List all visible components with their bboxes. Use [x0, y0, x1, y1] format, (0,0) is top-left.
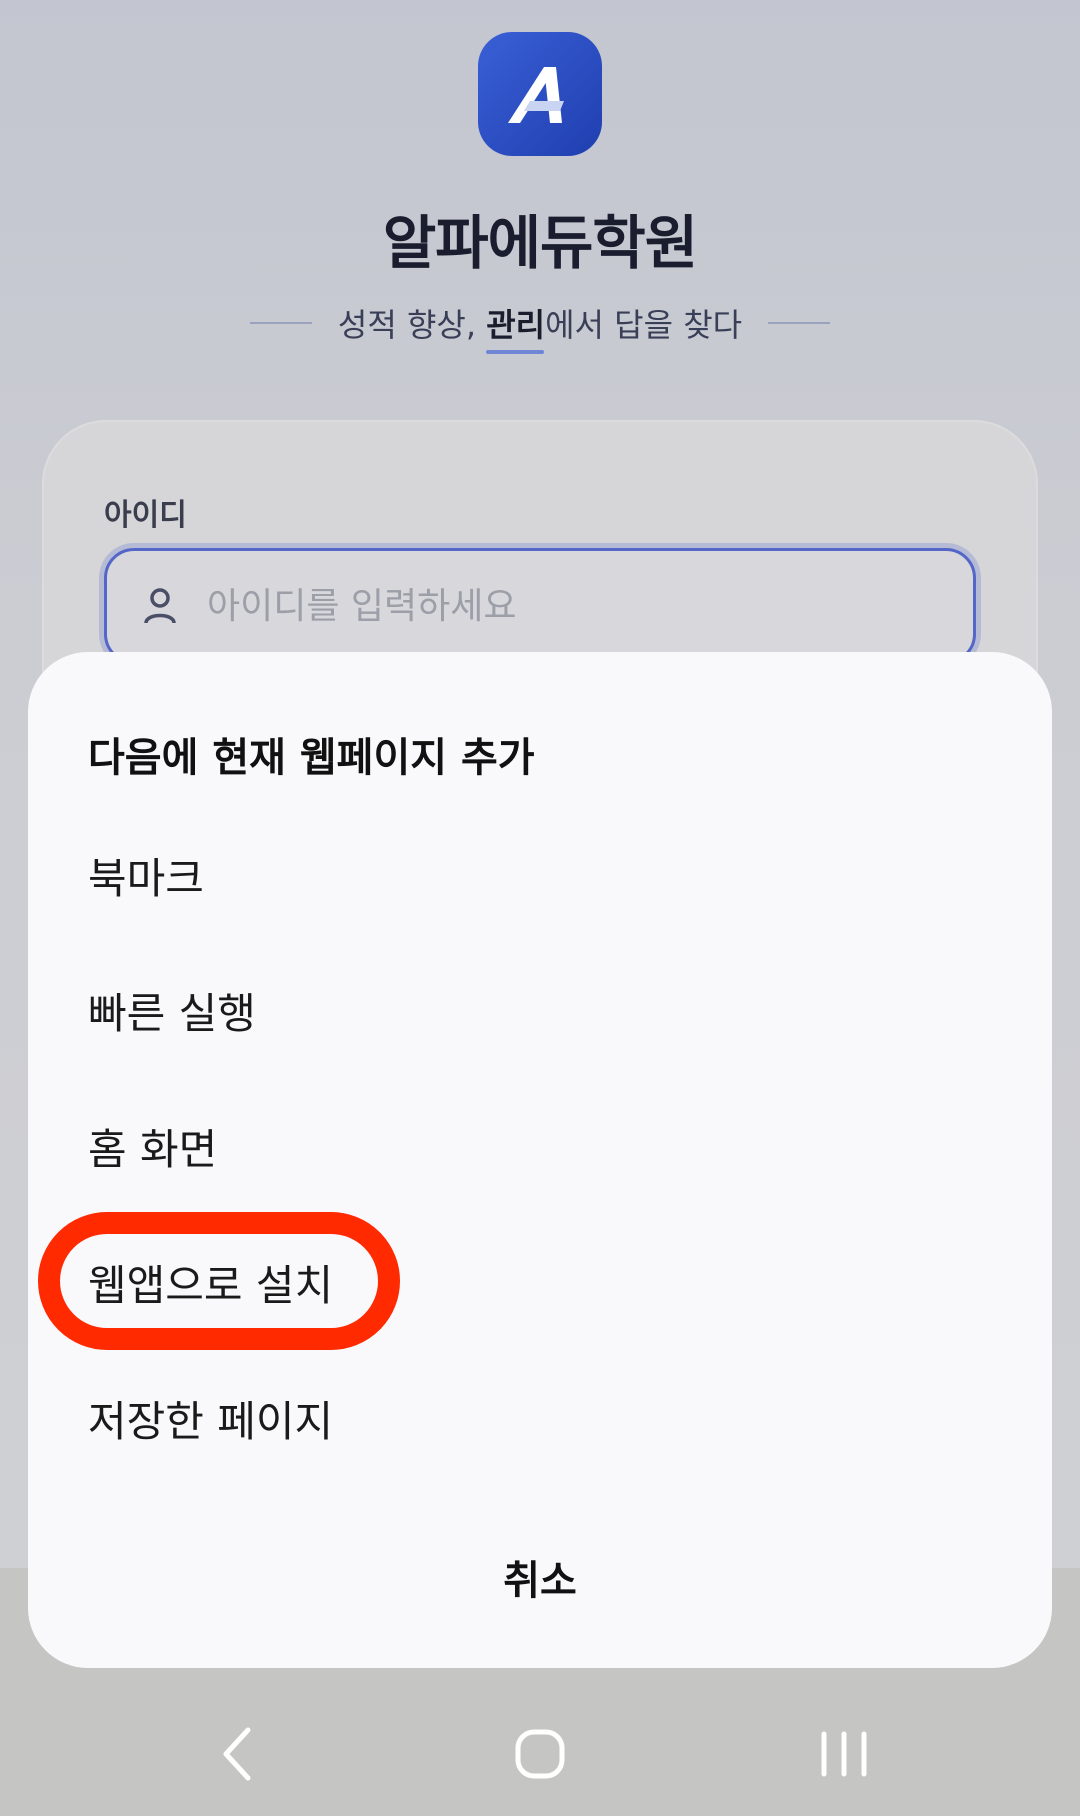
tagline-divider-left — [249, 322, 312, 324]
menu-item-saved-pages[interactable]: 저장한 페이지 — [88, 1388, 333, 1449]
app-logo — [478, 32, 602, 156]
highlight-annotation — [38, 1212, 400, 1350]
tagline-row: 성적 향상, 관리에서 답을 찾다 — [0, 300, 1080, 346]
recent-apps-icon[interactable] — [816, 1724, 872, 1784]
user-icon — [144, 588, 176, 624]
menu-item-quick-access[interactable]: 빠른 실행 — [88, 980, 256, 1041]
tagline-accent — [486, 350, 544, 354]
sheet-title: 다음에 현재 웹페이지 추가 — [88, 735, 535, 781]
menu-item-bookmark[interactable]: 북마크 — [88, 845, 204, 906]
cancel-button[interactable]: 취소 — [0, 1548, 1080, 1606]
id-label: 아이디 — [104, 498, 187, 533]
brand-title: 알파에듀학원 — [382, 209, 698, 277]
menu-item-home-screen[interactable]: 홈 화면 — [88, 1116, 217, 1177]
id-input[interactable] — [207, 585, 907, 627]
id-input-field[interactable] — [104, 548, 976, 664]
logo-a-icon — [508, 67, 564, 123]
tagline-divider-right — [768, 322, 831, 324]
home-icon[interactable] — [512, 1724, 572, 1784]
back-icon[interactable] — [216, 1724, 256, 1784]
tagline: 성적 향상, 관리에서 답을 찾다 — [337, 306, 743, 344]
